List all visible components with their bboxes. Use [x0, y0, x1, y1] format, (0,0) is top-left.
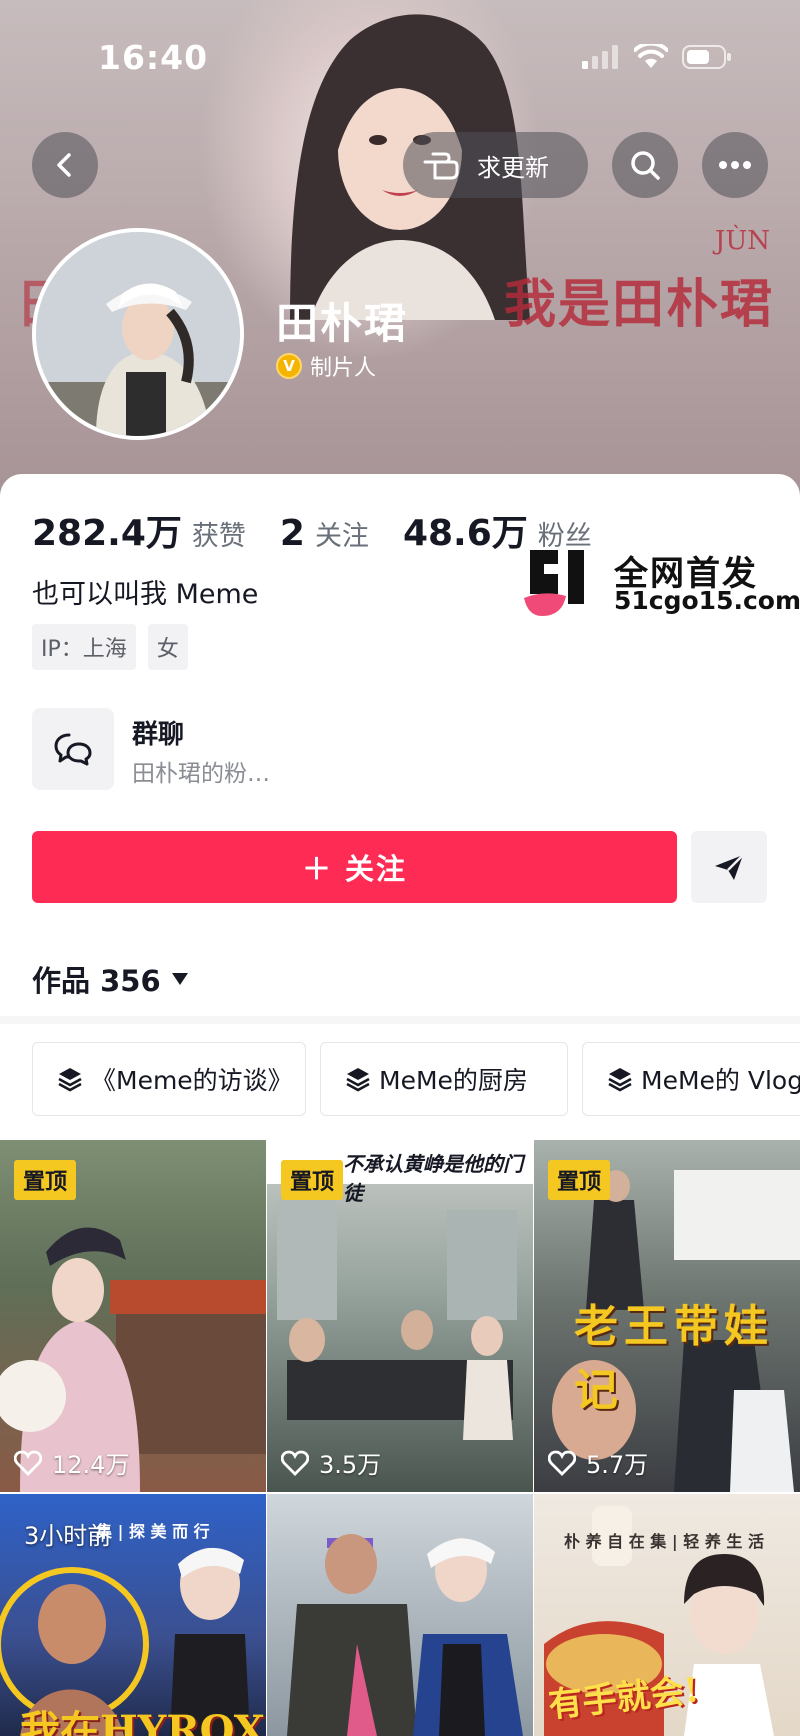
collection-label: MeMe的厨房 [379, 1066, 528, 1095]
collection-label: 《Meme的访谈》 [91, 1066, 293, 1095]
pinned-badge: 置顶 [281, 1160, 344, 1200]
watermark: 全网首发 51cgo15.com [524, 546, 800, 618]
like-count-value: 5.7万 [586, 1451, 649, 1479]
pinned-badge: 置顶 [14, 1160, 77, 1200]
works-tab[interactable]: 作品 356 [32, 958, 189, 1000]
video-thumbnail[interactable]: 3小时前 集 | 探 美 而 行 我在HYROX [0, 1494, 266, 1736]
message-button[interactable] [691, 831, 767, 903]
followers-count[interactable]: 48.6万 [403, 504, 528, 556]
likes-label: 获赞 [191, 521, 246, 552]
follow-button[interactable]: ＋ 关注 [32, 831, 677, 903]
profile-bio: 也可以叫我 Meme [32, 579, 259, 610]
cover-sign-text: 我是田朴珺 [503, 274, 774, 335]
collection-label: MeMe的 Vlog [641, 1066, 800, 1095]
send-message-icon [715, 854, 744, 880]
verification-row: V 制片人 [276, 350, 376, 382]
avatar-photo [36, 232, 240, 436]
video-caption: 我在HYROX [20, 1707, 265, 1736]
section-divider [0, 1016, 800, 1024]
heart-icon [281, 1450, 309, 1476]
thumbnail-art [287, 1534, 523, 1736]
request-update-label: 求更新 [477, 153, 549, 182]
profile-card: 282.4万 获赞 2 关注 48.6万 粉丝 全网首发 51cgo15.com… [0, 474, 800, 1736]
stack-icon [58, 1068, 82, 1092]
like-count: 5.7万 [548, 1445, 648, 1480]
like-count: 12.4万 [14, 1445, 129, 1480]
video-subcaption: 集 | 探 美 而 行 [96, 1522, 210, 1541]
verified-badge-icon: V [276, 353, 302, 379]
video-subcaption: 朴 养 自 在 集 | 轻 养 生 活 [564, 1532, 764, 1551]
profile-name: 田朴珺 [276, 299, 409, 348]
like-count-value: 12.4万 [52, 1451, 130, 1479]
cover-pinyin: JÙN [714, 226, 770, 256]
like-count: 3.5万 [281, 1445, 381, 1480]
stack-icon [346, 1068, 370, 1092]
status-time: 16:40 [98, 38, 209, 77]
watermark-logo-icon [524, 550, 584, 616]
avatar[interactable] [32, 228, 244, 440]
following-label[interactable]: 关注 [315, 514, 369, 553]
request-update-button[interactable]: 求更新 [403, 132, 588, 198]
more-options-button[interactable] [702, 132, 768, 198]
pinned-badge: 置顶 [548, 1160, 611, 1200]
search-button[interactable] [612, 132, 678, 198]
collections-row: 《Meme的访谈》 MeMe的厨房 MeMe的 Vlog [32, 1042, 800, 1116]
ip-location-tag: IP：上海 [32, 624, 136, 670]
likes-count: 282.4万 [32, 513, 182, 554]
group-chat-title: 群聊 [132, 720, 185, 750]
status-icons [582, 44, 732, 70]
more-dots-icon [719, 161, 751, 169]
cellular-signal-icon [582, 45, 618, 69]
wifi-icon [634, 44, 668, 68]
group-chat-entry[interactable]: 群聊 田朴珺的粉… [32, 708, 532, 790]
video-grid: 置顶 12.4万 置顶 不承认黄峥是他的门徒 3.5万 置顶 老王带娃记 5.7… [0, 1140, 800, 1736]
group-chat-subtitle: 田朴珺的粉… [132, 761, 270, 787]
heart-icon [14, 1450, 42, 1476]
battery-icon [682, 45, 731, 69]
pointing-hand-icon [423, 152, 459, 180]
gender-tag: 女 [147, 624, 188, 670]
collection-kitchen[interactable]: MeMe的厨房 [320, 1042, 568, 1116]
chevron-left-icon [57, 153, 71, 177]
following-count[interactable]: 2 [280, 513, 305, 554]
watermark-url: 51cgo15.com [614, 586, 800, 615]
video-caption: 老王带娃记 [574, 1301, 774, 1416]
collection-interviews[interactable]: 《Meme的访谈》 [32, 1042, 306, 1116]
heart-icon [548, 1450, 576, 1476]
video-thumbnail[interactable] [267, 1494, 533, 1736]
video-thumbnail[interactable]: 置顶 不承认黄峥是他的门徒 3.5万 [267, 1140, 533, 1492]
video-caption: 不承认黄峥是他的门徒 [343, 1152, 523, 1205]
video-thumbnail[interactable]: 朴 养 自 在 集 | 轻 养 生 活 有手就会! [534, 1494, 800, 1736]
search-icon [631, 151, 660, 180]
caret-down-icon [171, 973, 188, 985]
group-chat-icon [32, 708, 114, 790]
verification-title: 制片人 [310, 356, 377, 381]
stack-icon [608, 1068, 632, 1092]
back-button[interactable] [32, 132, 98, 198]
works-count-label: 作品 356 [32, 964, 161, 998]
video-thumbnail[interactable]: 置顶 老王带娃记 5.7万 [534, 1140, 800, 1492]
profile-tags: IP：上海 女 [32, 624, 188, 670]
like-count-value: 3.5万 [319, 1451, 382, 1479]
collection-vlog[interactable]: MeMe的 Vlog [582, 1042, 800, 1116]
video-thumbnail[interactable]: 置顶 12.4万 [0, 1140, 266, 1492]
